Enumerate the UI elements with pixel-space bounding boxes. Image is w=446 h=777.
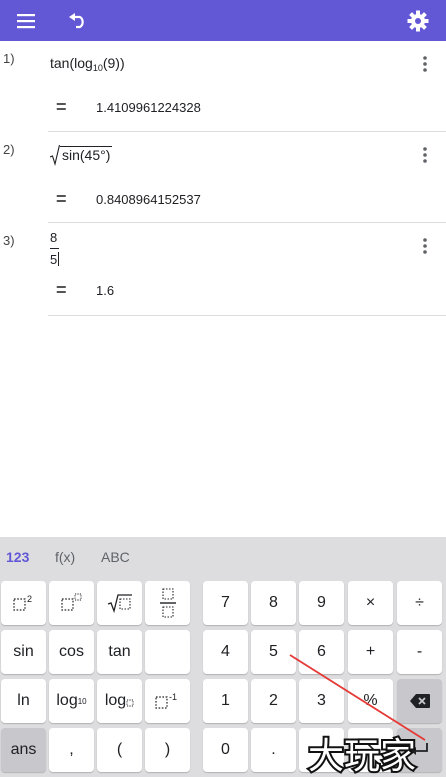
log-base-key[interactable]: log: [97, 679, 142, 723]
digit-4-key[interactable]: 4: [203, 630, 248, 674]
digit-1-key[interactable]: 1: [203, 679, 248, 723]
fraction-icon: [159, 588, 176, 618]
blank-key[interactable]: [145, 630, 190, 674]
keyboard-tab-bar: 123 f(x) ABC: [0, 537, 446, 576]
tab-abc[interactable]: ABC: [101, 549, 130, 565]
plus-key[interactable]: +: [348, 630, 393, 674]
sin-key[interactable]: sin: [1, 630, 46, 674]
digit-5-key[interactable]: 5: [251, 630, 296, 674]
backspace-icon: [409, 694, 430, 708]
log-base-placeholder-icon: [126, 699, 134, 707]
watermark-logo: 大玩家: [306, 734, 418, 777]
fraction-numerator: 8: [50, 230, 58, 245]
cos-key[interactable]: cos: [49, 630, 94, 674]
hamburger-menu-icon[interactable]: [11, 6, 41, 36]
expression-input[interactable]: sin(45°): [50, 144, 113, 169]
digit-9-key[interactable]: 9: [299, 581, 344, 625]
digit-7-key[interactable]: 7: [203, 581, 248, 625]
result-value: 1.6: [96, 283, 115, 298]
result-value: 0.8408964152537: [96, 192, 201, 207]
more-options-icon[interactable]: [414, 233, 436, 259]
fraction-key[interactable]: [145, 581, 190, 625]
svg-text:2: 2: [27, 594, 32, 604]
left-paren-key[interactable]: (: [97, 728, 142, 772]
sqrt-expression: sin(45°): [50, 144, 113, 166]
gear-icon[interactable]: [403, 6, 433, 36]
sqrt-key[interactable]: [97, 581, 142, 625]
minus-key[interactable]: -: [397, 630, 442, 674]
row-divider: [48, 315, 446, 316]
fraction-denominator: 5: [50, 252, 58, 267]
digit-2-key[interactable]: 2: [251, 679, 296, 723]
more-options-icon[interactable]: [414, 142, 436, 168]
decimal-key[interactable]: .: [251, 728, 296, 772]
equals-sign: =: [56, 189, 67, 209]
text-cursor: [58, 252, 60, 266]
svg-text:-1: -1: [169, 692, 177, 702]
result-value: 1.4109961224328: [96, 100, 201, 115]
ans-key[interactable]: ans: [1, 728, 46, 772]
row-index: 2): [3, 142, 15, 157]
digit-0-key[interactable]: 0: [203, 728, 248, 772]
sqrt-symbol-icon: [50, 144, 60, 166]
equals-sign: =: [56, 97, 67, 117]
digit-3-key[interactable]: 3: [299, 679, 344, 723]
digit-8-key[interactable]: 8: [251, 581, 296, 625]
undo-icon[interactable]: [63, 6, 93, 36]
calc-row-2: 2) sin(45°) = 0.8408964152537: [0, 132, 446, 223]
square-icon: 2: [12, 594, 32, 611]
multiply-key[interactable]: ×: [348, 581, 393, 625]
fraction-bar: [50, 248, 59, 249]
row-index: 1): [3, 51, 15, 66]
power-icon: [60, 593, 81, 611]
tab-fx[interactable]: f(x): [55, 549, 75, 565]
divide-key[interactable]: ÷: [397, 581, 442, 625]
square-key[interactable]: 2: [1, 581, 46, 625]
comma-key[interactable]: ,: [49, 728, 94, 772]
inverse-icon: -1: [154, 692, 177, 709]
sqrt-icon: [107, 594, 132, 614]
row-index: 3): [3, 233, 15, 248]
inverse-key[interactable]: -1: [145, 679, 190, 723]
right-paren-key[interactable]: ): [145, 728, 190, 772]
calc-row-3: 3) 8 5 = 1.6: [0, 223, 446, 316]
calc-row-1: 1) tan(log10(9)) = 1.4109961224328: [0, 41, 446, 132]
percent-key[interactable]: %: [348, 679, 393, 723]
more-options-icon[interactable]: [414, 51, 436, 77]
power-key[interactable]: [49, 581, 94, 625]
equals-sign: =: [56, 280, 67, 300]
fraction: 8 5: [50, 229, 60, 268]
expression-input[interactable]: 8 5: [50, 229, 60, 268]
tab-123[interactable]: 123: [6, 549, 29, 565]
tan-key[interactable]: tan: [97, 630, 142, 674]
ln-key[interactable]: ln: [1, 679, 46, 723]
app-toolbar: [0, 0, 446, 41]
svg-text:大玩家: 大玩家: [308, 736, 416, 777]
digit-6-key[interactable]: 6: [299, 630, 344, 674]
log10-key[interactable]: log 10: [49, 679, 94, 723]
backspace-key[interactable]: [397, 679, 442, 723]
expression-input[interactable]: tan(log10(9)): [50, 55, 125, 73]
